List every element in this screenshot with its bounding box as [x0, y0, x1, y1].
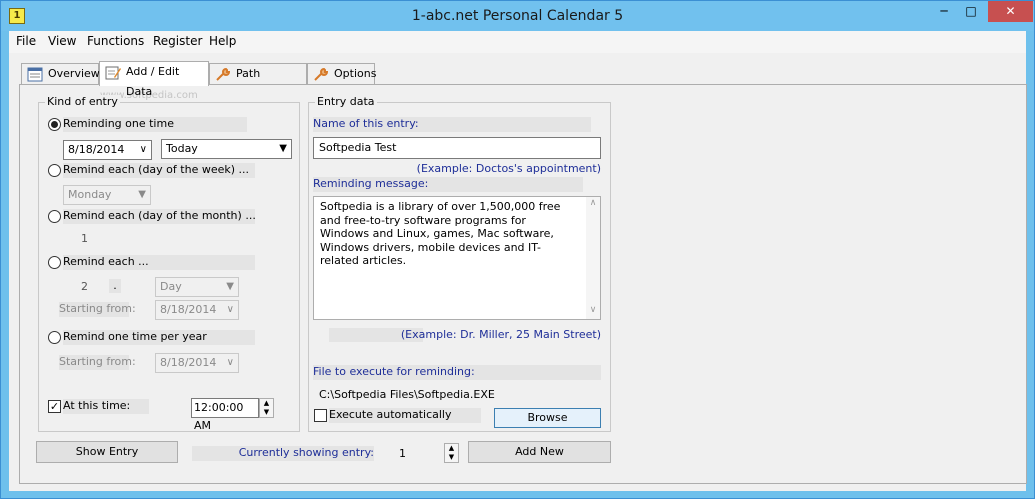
radio-remind-one-time[interactable]: [48, 118, 61, 131]
menu-help[interactable]: Help: [209, 34, 236, 48]
entry-name-example: (Example: Doctos's appointment): [416, 162, 601, 175]
calendar-icon: [27, 67, 43, 82]
remind-each-unit-select[interactable]: Day ▼: [155, 277, 239, 297]
wrench-icon: [216, 67, 231, 81]
each-start-date-value: 8/18/2014: [160, 303, 217, 316]
menu-functions[interactable]: Functions: [87, 34, 144, 48]
remind-each-count[interactable]: 2: [81, 280, 88, 293]
entry-data-title: Entry data: [315, 95, 377, 108]
year-start-date-value: 8/18/2014: [160, 356, 217, 369]
browse-button[interactable]: Browse: [494, 408, 601, 428]
one-time-when-select[interactable]: Today ▼: [161, 139, 292, 159]
file-path-value[interactable]: C:\Softpedia Files\Softpedia.EXE: [319, 388, 495, 401]
entry-data-group: Entry data Name of this entry: Softpedia…: [308, 95, 611, 432]
remind-each-unit-value: Day: [160, 280, 182, 293]
radio-remind-day-of-week[interactable]: [48, 164, 61, 177]
execute-automatically-label: Execute automatically: [329, 408, 481, 423]
tab-options[interactable]: Options: [307, 63, 377, 85]
kind-of-entry-group: Kind of entry Reminding one time 8/18/20…: [38, 95, 300, 432]
add-edit-panel: www.softpedia.com Kind of entry Remindin…: [19, 84, 1027, 484]
time-spinner[interactable]: ▲ ▼: [259, 398, 274, 418]
edit-icon: [105, 66, 121, 80]
client-area: File View Functions Register Help Overvi…: [9, 31, 1027, 491]
time-input[interactable]: 12:00:00 AM: [191, 398, 259, 432]
tab-add-edit-data[interactable]: Add / Edit Data: [99, 61, 209, 98]
app-window: 1 1-abc.net Personal Calendar 5 ─ □ ✕ Fi…: [0, 0, 1035, 499]
reminding-message-text: Softpedia is a library of over 1,500,000…: [320, 200, 561, 267]
radio-remind-once-per-year[interactable]: [48, 331, 61, 344]
at-this-time-checkbox[interactable]: ✓: [48, 400, 61, 413]
add-new-button[interactable]: Add New: [468, 441, 611, 463]
radio-remind-day-of-month[interactable]: [48, 210, 61, 223]
execute-automatically-checkbox[interactable]: [314, 409, 327, 422]
chevron-down-icon: ∨: [226, 304, 234, 315]
day-of-week-value: Monday: [68, 188, 112, 201]
year-starting-from-label: Starting from:: [59, 355, 136, 370]
current-entry-label: Currently showing entry:: [192, 446, 374, 461]
at-this-time-label: At this time:: [63, 399, 149, 414]
file-to-execute-label: File to execute for reminding:: [313, 365, 601, 380]
menu-view[interactable]: View: [48, 34, 76, 48]
show-entry-button[interactable]: Show Entry: [36, 441, 178, 463]
tab-strip: Overview Add / Edit Data Path Settings O…: [9, 61, 1026, 100]
one-time-when-value: Today: [166, 142, 198, 155]
one-time-date-value: 8/18/2014: [68, 143, 125, 156]
window-title: 1-abc.net Personal Calendar 5: [411, 8, 624, 24]
remind-each-label: Remind each ...: [63, 255, 255, 270]
day-of-month-value: 1: [81, 232, 88, 245]
remind-day-of-week-label: Remind each (day of the week) ...: [63, 163, 255, 178]
tab-options-label: Options: [334, 67, 377, 80]
remind-once-per-year-label: Remind one time per year: [63, 330, 255, 345]
each-start-date-picker[interactable]: 8/18/2014 ∨: [155, 300, 239, 320]
menu-register[interactable]: Register: [153, 34, 202, 48]
chevron-down-icon: ∨: [139, 144, 147, 155]
title-bar[interactable]: 1 1-abc.net Personal Calendar 5 ─ □ ✕: [1, 1, 1034, 31]
dropdown-arrow-icon: ▼: [279, 143, 287, 154]
current-entry-value[interactable]: 1: [399, 447, 406, 460]
year-start-date-picker[interactable]: 8/18/2014 ∨: [155, 353, 239, 373]
time-value: 12:00:00 AM: [194, 401, 244, 432]
reminding-message-label: Reminding message:: [313, 177, 583, 192]
entry-name-field[interactable]: Softpedia Test: [313, 137, 601, 159]
maximize-button[interactable]: □: [958, 1, 984, 22]
entry-name-label: Name of this entry:: [313, 117, 591, 132]
one-time-date-picker[interactable]: 8/18/2014 ∨: [63, 140, 152, 160]
kind-of-entry-title: Kind of entry: [45, 95, 120, 108]
day-of-week-select[interactable]: Monday ▼: [63, 185, 151, 205]
remind-day-of-month-label: Remind each (day of the month) ...: [63, 209, 256, 224]
current-entry-spinner[interactable]: ▲ ▼: [444, 443, 459, 463]
tab-overview-label: Overview: [48, 67, 100, 80]
remind-each-separator: .: [109, 279, 121, 293]
reminding-message-textarea[interactable]: Softpedia is a library of over 1,500,000…: [313, 196, 601, 320]
close-button[interactable]: ✕: [988, 1, 1033, 22]
minimize-button[interactable]: ─: [931, 1, 957, 22]
dropdown-arrow-icon: ▼: [226, 281, 234, 292]
tab-overview[interactable]: Overview: [21, 63, 100, 85]
scroll-down-icon[interactable]: ∨: [586, 304, 600, 318]
remind-one-time-label: Reminding one time: [63, 117, 247, 132]
dropdown-arrow-icon: ▼: [138, 189, 146, 200]
each-starting-from-label: Starting from:: [59, 302, 136, 317]
menu-file[interactable]: File: [16, 34, 36, 48]
menu-bar: File View Functions Register Help: [9, 31, 1026, 53]
chevron-down-icon: ∨: [226, 357, 234, 368]
radio-remind-each[interactable]: [48, 256, 61, 269]
message-example: (Example: Dr. Miller, 25 Main Street): [400, 328, 601, 341]
tab-path-settings[interactable]: Path Settings: [209, 63, 307, 100]
message-scrollbar[interactable]: ∧ ∨: [586, 197, 600, 319]
wrench-icon: [314, 67, 329, 81]
